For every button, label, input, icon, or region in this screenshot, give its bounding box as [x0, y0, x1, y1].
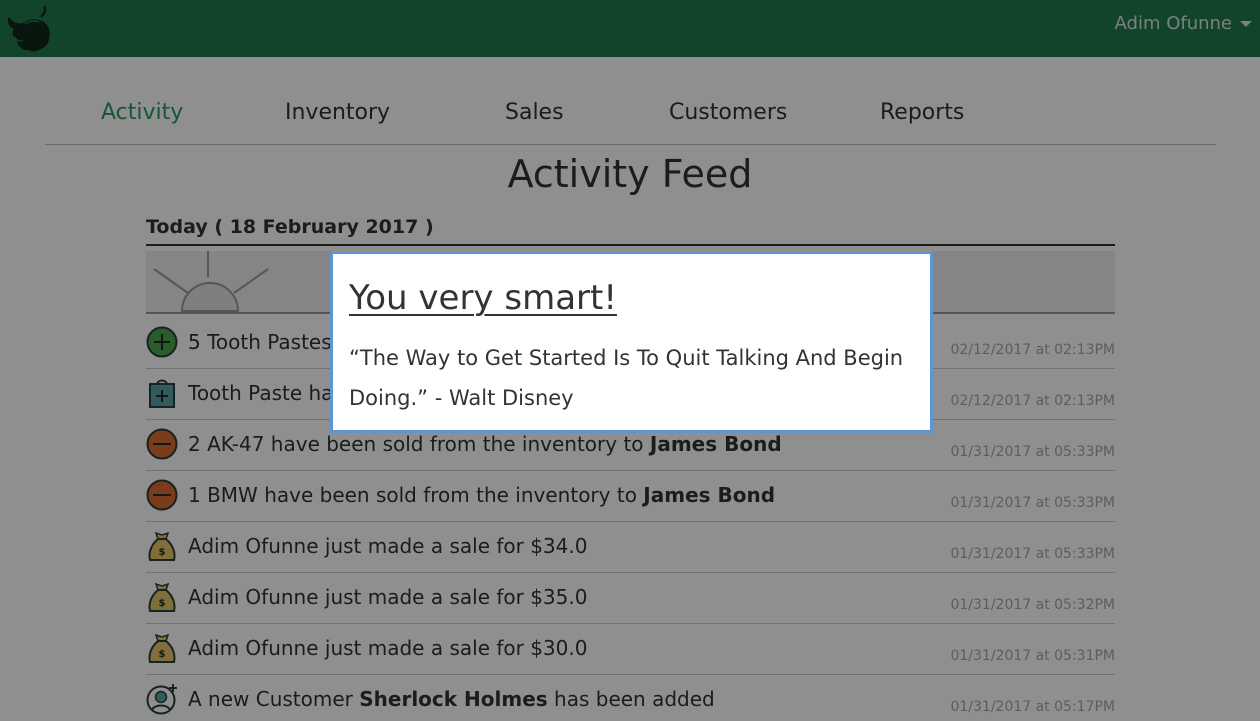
- modal-quote: “The Way to Get Started Is To Quit Talki…: [349, 346, 904, 410]
- quote-modal: You very smart! “The Way to Get Started …: [330, 251, 933, 433]
- modal-title: You very smart!: [349, 278, 617, 318]
